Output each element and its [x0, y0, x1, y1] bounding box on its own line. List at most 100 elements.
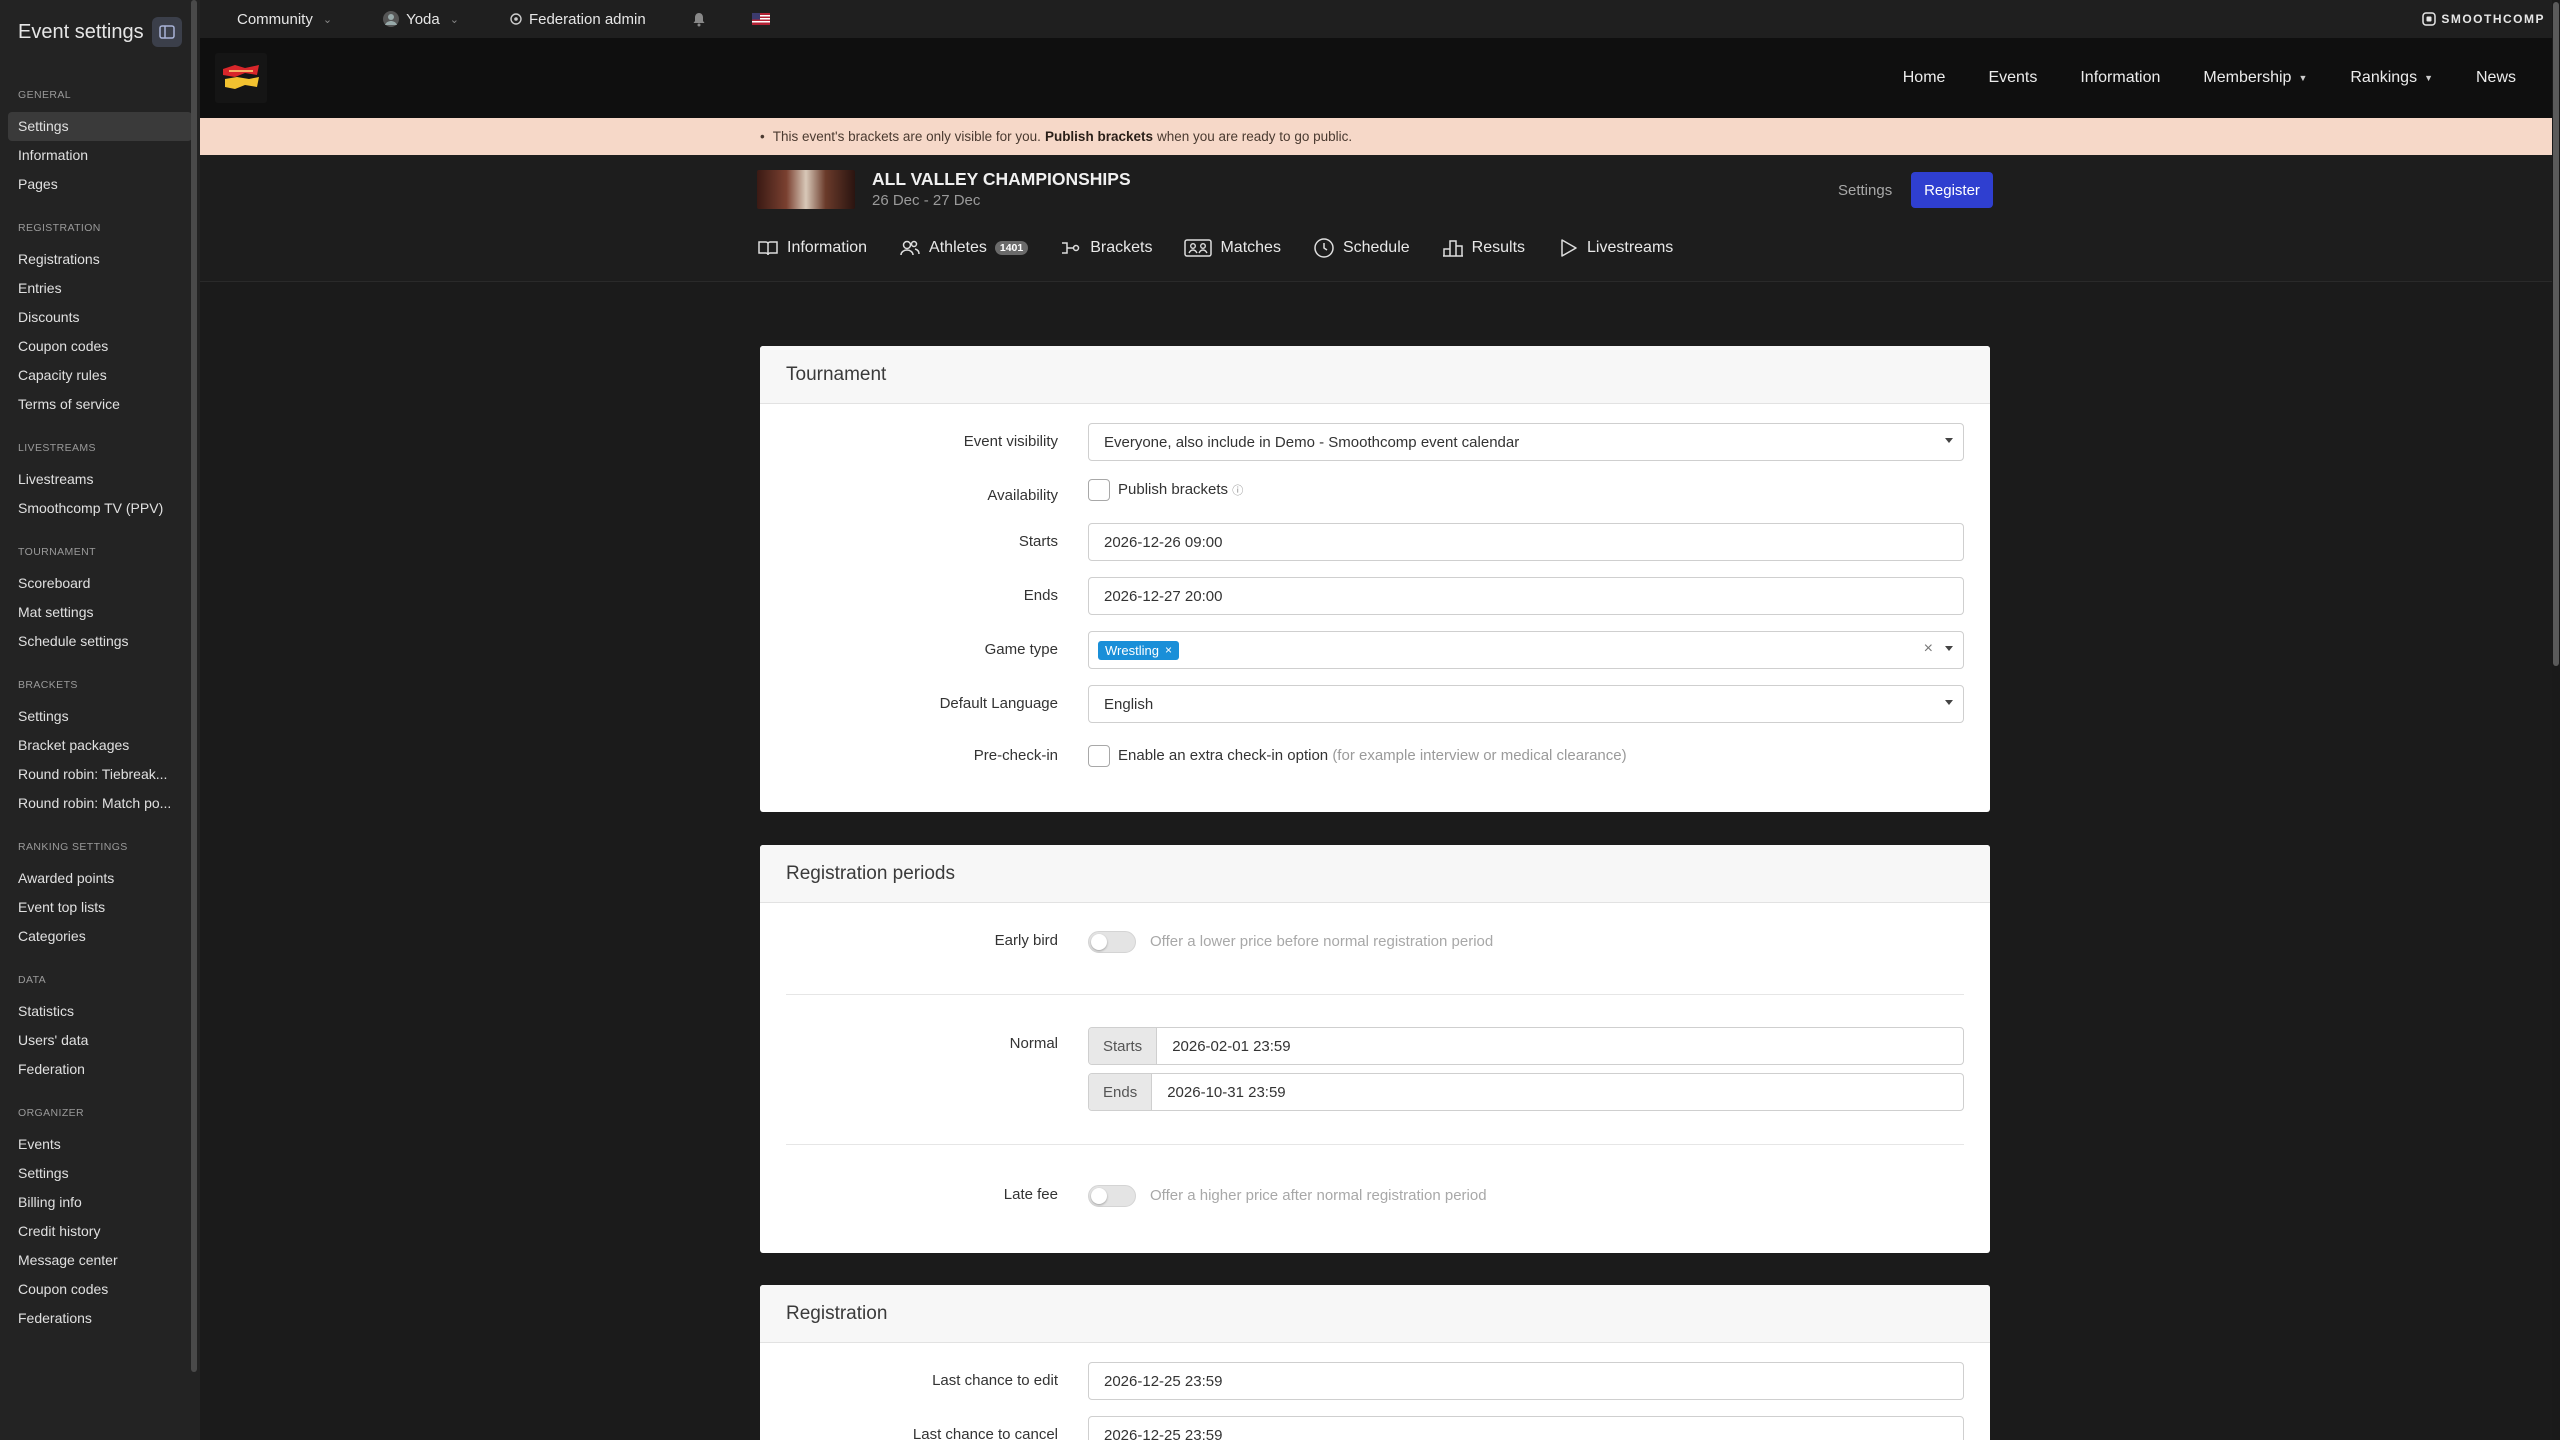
late-fee-toggle[interactable] [1088, 1185, 1136, 1207]
sidebar-item-federation[interactable]: Federation [8, 1055, 192, 1084]
sidebar-item-terms-of-service[interactable]: Terms of service [8, 390, 192, 419]
sidebar-item-federations[interactable]: Federations [8, 1304, 192, 1333]
sidebar-item-credit-history[interactable]: Credit history [8, 1217, 192, 1246]
publish-brackets-link[interactable]: Publish brackets [1045, 129, 1153, 144]
info-icon: ⓘ [1232, 485, 1244, 497]
event-visibility-select[interactable]: Everyone, also include in Demo - Smoothc… [1088, 423, 1964, 461]
tab-results[interactable]: Results [1442, 237, 1525, 259]
tournament-panel: Tournament Event visibility Everyone, al… [760, 346, 1990, 812]
admin-sidebar: Event settings GENERAL Settings Informatio… [0, 0, 200, 1440]
nav-membership[interactable]: Membership ▼ [2203, 69, 2307, 87]
sidebar-item-message-center[interactable]: Message center [8, 1246, 192, 1275]
nav-events[interactable]: Events [1988, 69, 2037, 87]
event-settings-link[interactable]: Settings [1838, 182, 1892, 199]
starts-date-input[interactable]: 2026-12-26 09:00 [1088, 523, 1964, 561]
matches-icon [1184, 239, 1213, 257]
nav-home[interactable]: Home [1903, 69, 1946, 87]
smoothcomp-logo-icon [2422, 12, 2437, 26]
starts-label: Starts [1018, 533, 1058, 550]
sidebar-item-registrations[interactable]: Registrations [8, 245, 192, 274]
tab-athletes[interactable]: Athletes 1401 [899, 237, 1029, 259]
nav-news[interactable]: News [2476, 69, 2516, 87]
smoothcomp-logo[interactable]: SMOOTHCOMP [2422, 0, 2545, 38]
normal-starts-input[interactable]: Starts 2026-02-01 23:59 [1088, 1027, 1964, 1065]
game-type-tag[interactable]: Wrestling × [1098, 640, 1179, 660]
panel-title: Registration periods [760, 845, 1990, 903]
federation-admin-link[interactable]: Federation admin [509, 0, 646, 38]
nav-rankings[interactable]: Rankings ▼ [2350, 69, 2433, 87]
sidebar-item-users-data[interactable]: Users' data [8, 1026, 192, 1055]
sidebar-header: Event settings [0, 0, 200, 64]
sidebar-item-event-top-lists[interactable]: Event top lists [8, 893, 192, 922]
notifications-bell-icon[interactable] [692, 0, 706, 38]
tab-livestreams[interactable]: Livestreams [1557, 237, 1673, 259]
sidebar-item-discounts[interactable]: Discounts [8, 303, 192, 332]
page-scrollbar-thumb[interactable] [2553, 2, 2559, 666]
sidebar-item-events[interactable]: Events [8, 1130, 192, 1159]
publish-brackets-option[interactable]: Publish brackets ⓘ [1118, 481, 1243, 498]
tab-brackets-label: Brackets [1090, 239, 1153, 256]
sidebar-item-settings[interactable]: Settings [8, 702, 192, 731]
sidebar-item-scoreboard[interactable]: Scoreboard [8, 569, 192, 598]
last-chance-edit-input[interactable]: 2026-12-25 23:59 [1088, 1362, 1964, 1400]
sidebar-item-information[interactable]: Information [8, 141, 192, 170]
starts-date-value: 2026-12-26 09:00 [1104, 533, 1223, 551]
tab-information[interactable]: Information [757, 237, 867, 259]
event-tabs: Information Athletes 1401 Brackets Match… [757, 237, 1705, 259]
sidebar-item-smoothcomp-tv-ppv[interactable]: Smoothcomp TV (PPV) [8, 494, 192, 523]
brackets-visibility-notice: • This event's brackets are only visible… [200, 118, 2552, 155]
sidebar-item-livestreams[interactable]: Livestreams [8, 465, 192, 494]
community-menu[interactable]: Community ⌄ [237, 0, 332, 38]
default-language-label: Default Language [939, 695, 1058, 712]
sidebar-item-schedule-settings[interactable]: Schedule settings [8, 627, 192, 656]
sidebar-item-pages[interactable]: Pages [8, 170, 192, 199]
play-icon [1561, 239, 1577, 257]
sidebar-toggle-icon[interactable] [152, 17, 182, 47]
late-fee-label: Late fee [1003, 1186, 1058, 1203]
sidebar-item-entries[interactable]: Entries [8, 274, 192, 303]
pre-check-in-option[interactable]: Enable an extra check-in option (for exa… [1118, 747, 1627, 764]
sidebar-item-bracket-packages[interactable]: Bracket packages [8, 731, 192, 760]
publish-brackets-checkbox[interactable] [1088, 479, 1110, 501]
event-visibility-value: Everyone, also include in Demo - Smoothc… [1104, 433, 1520, 451]
last-chance-cancel-input[interactable]: 2026-12-25 23:59 [1088, 1416, 1964, 1440]
sidebar-item-coupon-codes[interactable]: Coupon codes [8, 1275, 192, 1304]
nav-information[interactable]: Information [2080, 69, 2160, 87]
tab-brackets[interactable]: Brackets [1060, 237, 1152, 259]
last-chance-edit-value: 2026-12-25 23:59 [1104, 1372, 1223, 1390]
sidebar-item-coupon-codes[interactable]: Coupon codes [8, 332, 192, 361]
event-visibility-label: Event visibility [963, 433, 1058, 450]
top-utility-bar: Community ⌄ Yoda ⌄ Federation admin SMOO… [200, 0, 2560, 38]
tab-matches[interactable]: Matches [1184, 237, 1281, 259]
sidebar-item-statistics[interactable]: Statistics [8, 997, 192, 1026]
nav-links: Home Events Information Membership ▼ Rank… [1903, 38, 2552, 118]
panel-title: Tournament [760, 346, 1990, 404]
page-scrollbar[interactable] [2552, 0, 2560, 1440]
sidebar-scrollbar[interactable] [191, 0, 197, 1372]
bullet-icon: • [760, 129, 765, 144]
early-bird-toggle[interactable] [1088, 931, 1136, 953]
register-button[interactable]: Register [1911, 172, 1993, 208]
sidebar-item-round-robin-tiebreak[interactable]: Round robin: Tiebreak... [8, 760, 192, 789]
pre-check-in-checkbox[interactable] [1088, 745, 1110, 767]
normal-ends-input[interactable]: Ends 2026-10-31 23:59 [1088, 1073, 1964, 1111]
sidebar-item-billing-info[interactable]: Billing info [8, 1188, 192, 1217]
sidebar-item-settings[interactable]: Settings [8, 112, 192, 141]
default-language-select[interactable]: English [1088, 685, 1964, 723]
game-type-select[interactable]: Wrestling × × [1088, 631, 1964, 669]
remove-tag-icon[interactable]: × [1165, 643, 1172, 657]
tab-schedule[interactable]: Schedule [1313, 237, 1410, 259]
user-menu[interactable]: Yoda ⌄ [382, 0, 459, 38]
sidebar-item-round-robin-match-po[interactable]: Round robin: Match po... [8, 789, 192, 818]
sidebar-item-mat-settings[interactable]: Mat settings [8, 598, 192, 627]
sidebar-item-capacity-rules[interactable]: Capacity rules [8, 361, 192, 390]
publish-brackets-label: Publish brackets [1118, 481, 1229, 498]
sidebar-item-categories[interactable]: Categories [8, 922, 192, 951]
sidebar-item-settings[interactable]: Settings [8, 1159, 192, 1188]
us-flag-icon[interactable] [751, 0, 770, 38]
clear-icon[interactable]: × [1924, 640, 1933, 658]
sidebar-item-awarded-points[interactable]: Awarded points [8, 864, 192, 893]
ends-date-input[interactable]: 2026-12-27 20:00 [1088, 577, 1964, 615]
pre-check-in-option-label: Enable an extra check-in option [1118, 747, 1329, 764]
federation-logo[interactable] [215, 53, 267, 103]
